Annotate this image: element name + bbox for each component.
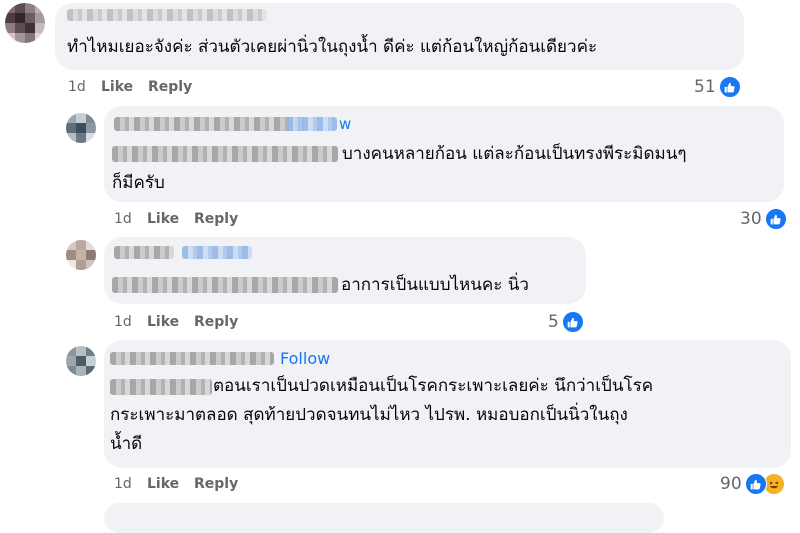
like-button[interactable]: Like	[147, 314, 179, 330]
comment-bubble: Follow ตอนเราเป็นปวดเหมือนเป็นโรคกระเพาะ…	[104, 340, 791, 468]
reaction-summary[interactable]: 51	[694, 76, 741, 98]
commenter-name-redacted[interactable]	[114, 117, 304, 131]
avatar[interactable]	[5, 3, 45, 43]
comment-bubble: อาการเป็นแบบไหนคะ นิ่ว	[104, 237, 586, 304]
comment-text: บางคนหลายก้อน แต่ละก้อนเป็นทรงพีระมิดมนๆ…	[112, 144, 687, 193]
like-reaction-icon	[764, 208, 787, 230]
reply-button[interactable]: Reply	[194, 211, 238, 227]
reply-button[interactable]: Reply	[194, 314, 238, 330]
reaction-count: 30	[740, 209, 762, 229]
comment-bubble: ทำไหมเยอะจังค่ะ ส่วนตัวเคยผ่านิ่วในถุงน้…	[55, 3, 744, 70]
comment-text: ทำไหมเยอะจังค่ะ ส่วนตัวเคยผ่านิ่วในถุงน้…	[67, 37, 598, 57]
comment-time[interactable]: 1d	[114, 211, 132, 227]
comment-actions: 1d Like Reply	[114, 314, 594, 334]
follow-link[interactable]: Follow	[280, 349, 330, 368]
comment-time[interactable]: 1d	[114, 314, 132, 330]
reply-button[interactable]: Reply	[148, 79, 192, 95]
comment-text: อาการเป็นแบบไหนคะ นิ่ว	[341, 275, 529, 295]
reply-button[interactable]: Reply	[194, 476, 238, 492]
comment-actions: 1d Like Reply	[114, 476, 734, 496]
avatar[interactable]	[66, 346, 96, 376]
follow-link[interactable]: w	[339, 115, 351, 133]
avatar[interactable]	[66, 113, 96, 143]
comment-bubble-partial	[104, 503, 664, 533]
commenter-name-redacted[interactable]	[110, 352, 274, 365]
like-reaction-icon	[718, 76, 741, 98]
like-button[interactable]: Like	[101, 79, 133, 95]
like-button[interactable]: Like	[147, 476, 179, 492]
like-reaction-icon	[744, 473, 767, 495]
reaction-summary[interactable]: 90	[720, 473, 785, 495]
like-reaction-icon	[561, 311, 584, 333]
comment-bubble: w บางคนหลายก้อน แต่ละก้อนเป็นทรงพีระมิดม…	[104, 106, 784, 202]
avatar[interactable]	[66, 240, 96, 270]
follow-link-redacted[interactable]	[182, 246, 252, 259]
comment-actions: 1d Like Reply	[114, 211, 774, 231]
reaction-summary[interactable]: 5	[548, 311, 584, 333]
follow-link-redacted[interactable]	[287, 117, 337, 131]
reaction-count: 5	[548, 312, 559, 332]
like-button[interactable]: Like	[147, 211, 179, 227]
reaction-count: 51	[694, 77, 716, 97]
comment-time[interactable]: 1d	[68, 79, 86, 95]
commenter-name-redacted[interactable]	[67, 9, 267, 21]
reaction-count: 90	[720, 474, 742, 494]
comment-text: ตอนเราเป็นปวดเหมือนเป็นโรคกระเพาะเลยค่ะ …	[110, 376, 654, 454]
comment-actions: 1d Like Reply	[68, 79, 788, 99]
mention-redacted	[112, 277, 338, 293]
reaction-summary[interactable]: 30	[740, 208, 787, 230]
commenter-name-redacted[interactable]	[114, 246, 174, 259]
comment-time[interactable]: 1d	[114, 476, 132, 492]
